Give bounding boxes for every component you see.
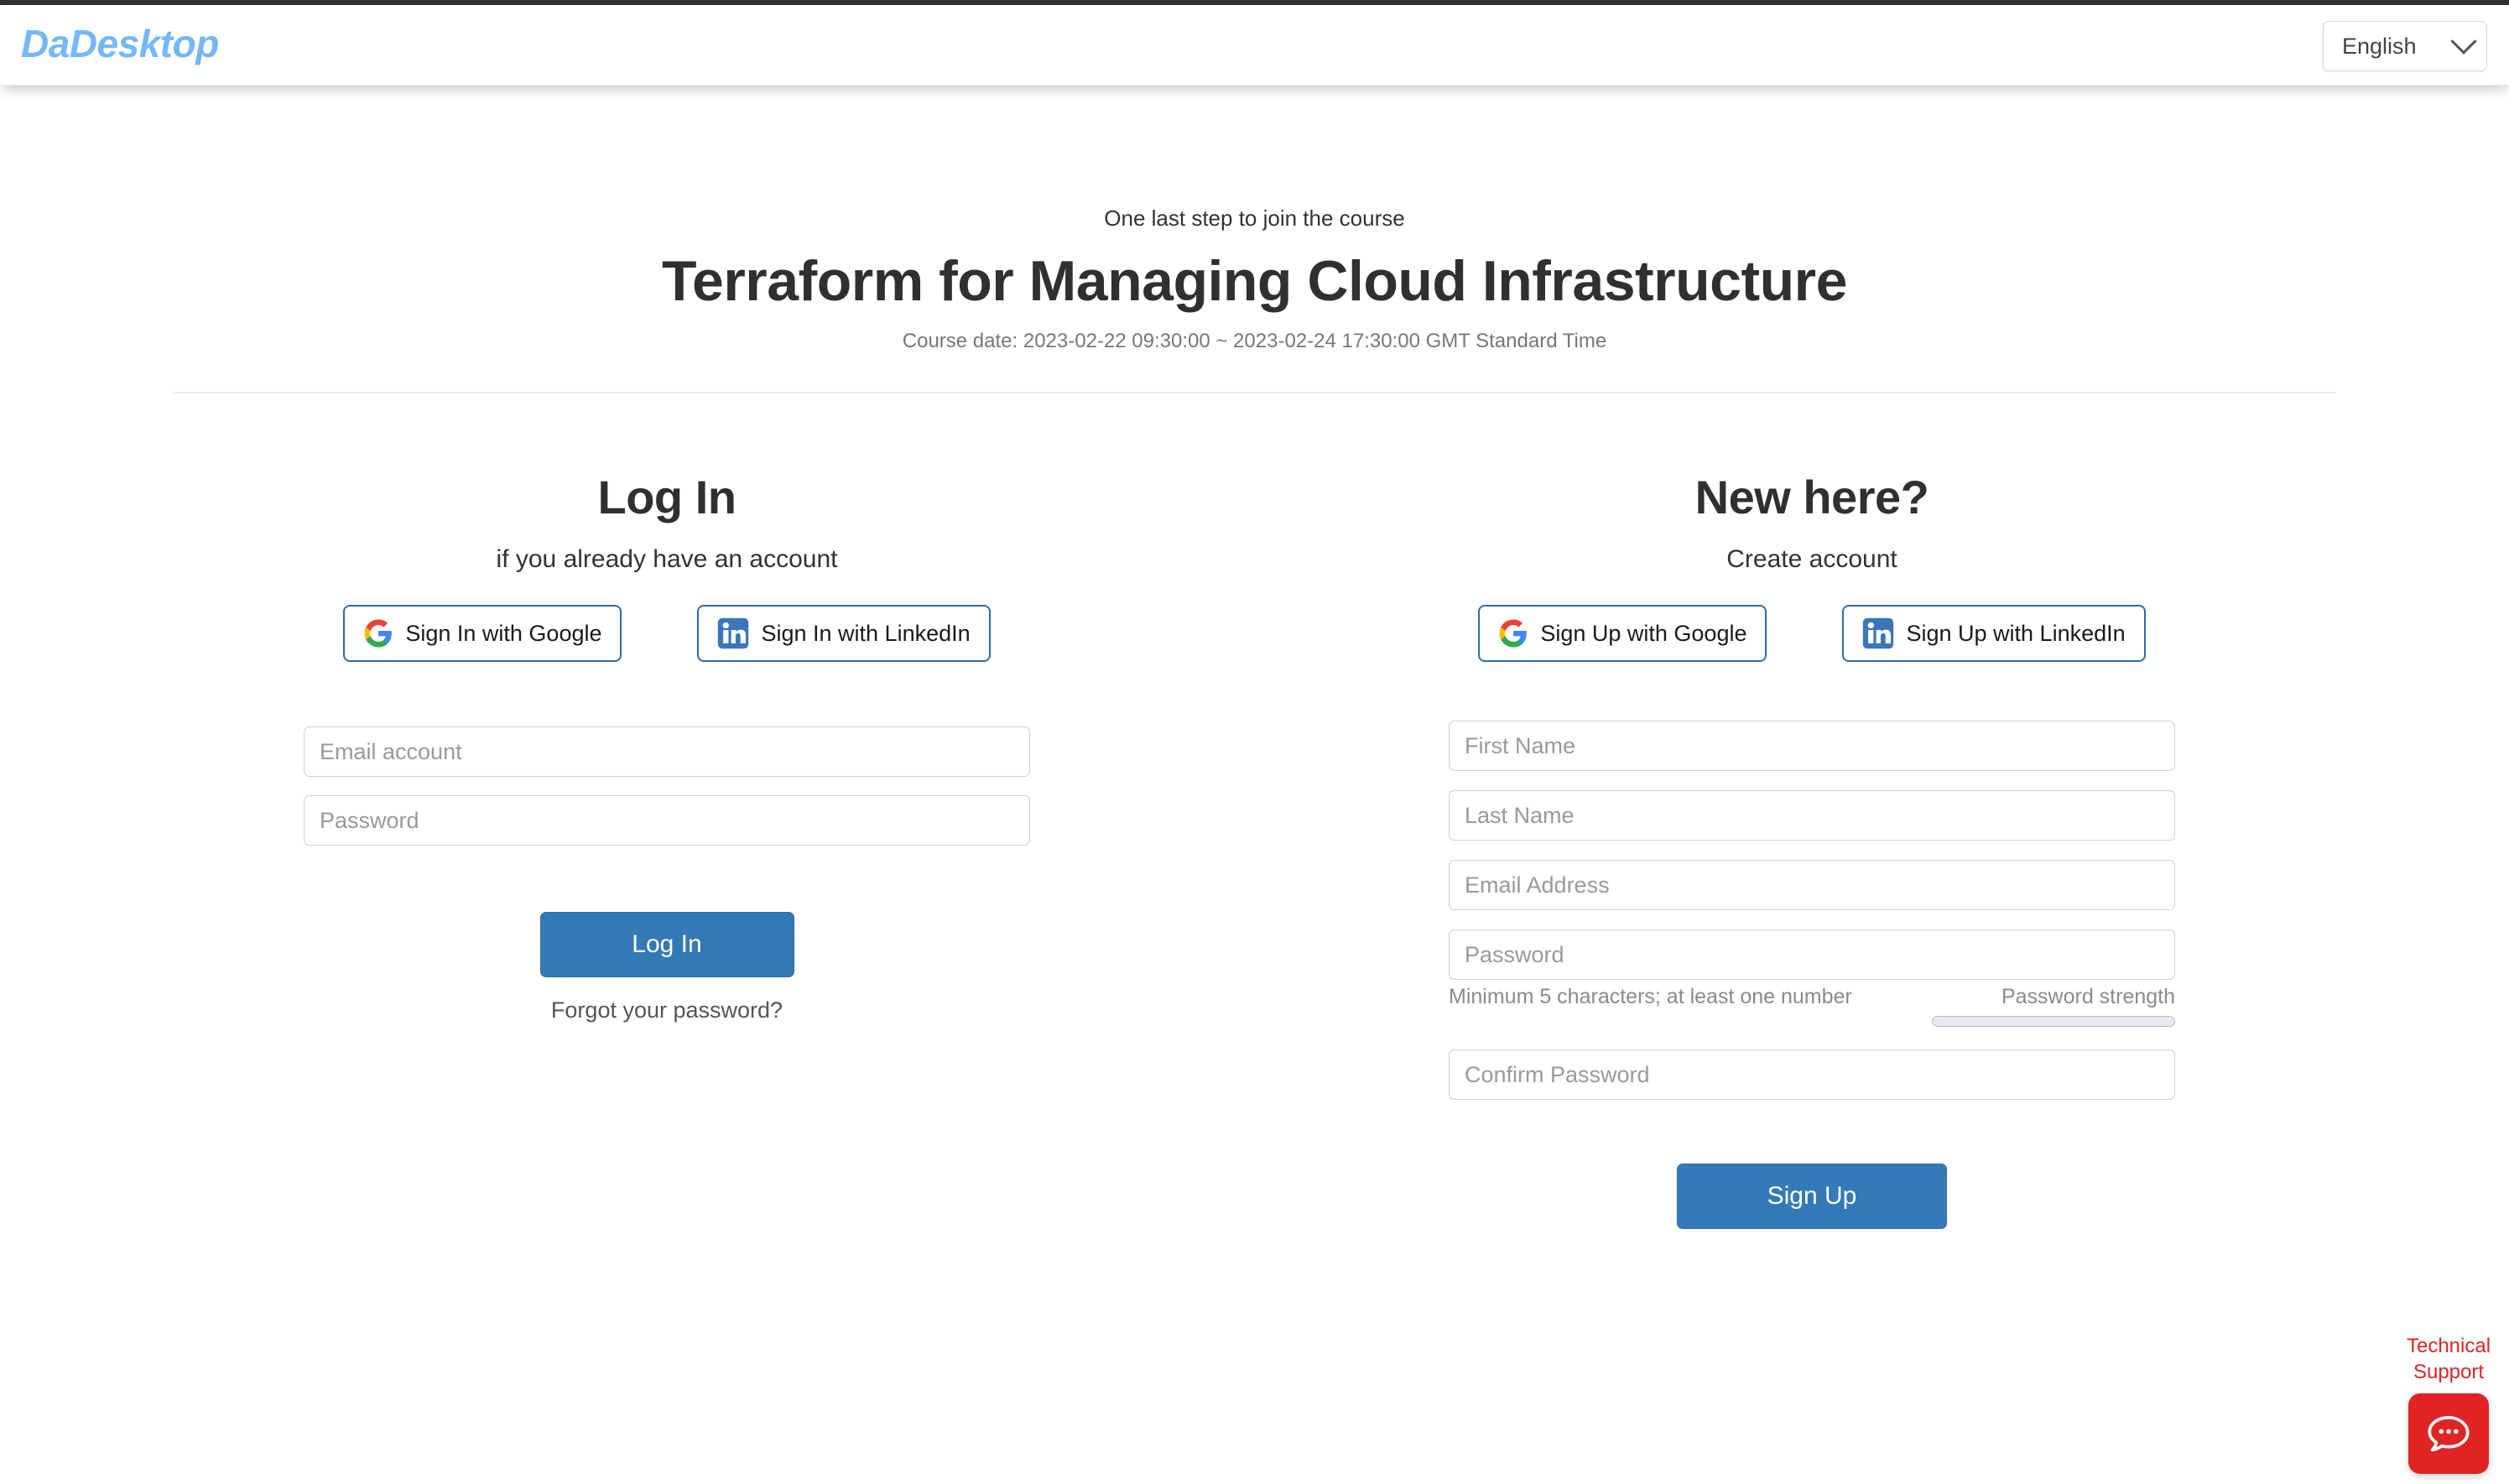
sign-in-with-linkedin-label: Sign In with LinkedIn (761, 621, 970, 646)
signup-title: New here? (1296, 470, 2328, 525)
login-social-row: Sign In with Google Sign In with LinkedI… (151, 605, 1183, 662)
field-gap (1449, 1027, 2175, 1049)
field-gap (1449, 841, 2175, 860)
signup-panel: New here? Create account Sign Up with Go… (1296, 470, 2328, 1229)
signup-social-row: Sign Up with Google Sign Up with LinkedI… (1296, 605, 2328, 662)
sign-in-with-linkedin-button[interactable]: Sign In with LinkedIn (697, 605, 990, 662)
linkedin-icon (1862, 617, 1894, 649)
login-email-input[interactable] (304, 726, 1030, 777)
sign-in-with-google-button[interactable]: Sign In with Google (343, 605, 622, 662)
technical-support-button[interactable] (2408, 1393, 2489, 1474)
login-panel: Log In if you already have an account Si… (151, 470, 1183, 1023)
brand-logo[interactable]: DaDesktop (21, 18, 219, 69)
linkedin-icon (717, 617, 749, 649)
chevron-down-icon (2450, 29, 2476, 55)
sign-up-with-google-button[interactable]: Sign Up with Google (1478, 605, 1767, 662)
header-divider (174, 392, 2336, 393)
password-strength-meter (1932, 1016, 2175, 1027)
login-form (304, 662, 1030, 846)
forgot-password-link[interactable]: Forgot your password? (151, 997, 1183, 1023)
login-submit-row: Log In (151, 912, 1183, 977)
sign-up-with-linkedin-button[interactable]: Sign Up with LinkedIn (1842, 605, 2145, 662)
password-requirements-text: Minimum 5 characters; at least one numbe… (1449, 984, 1852, 1009)
technical-support-widget: Technical Support (2402, 1333, 2495, 1474)
sign-up-with-linkedin-label: Sign Up with LinkedIn (1906, 621, 2125, 646)
google-icon (363, 618, 393, 648)
sign-up-with-google-label: Sign Up with Google (1540, 621, 1746, 646)
language-select[interactable]: English (2323, 21, 2487, 71)
login-subtitle: if you already have an account (151, 545, 1183, 574)
sign-in-with-google-label: Sign In with Google (405, 621, 601, 646)
top-navbar: DaDesktop English (0, 5, 2509, 86)
social-spacer (1767, 605, 1842, 662)
log-in-button[interactable]: Log In (540, 912, 794, 977)
field-gap (1449, 771, 2175, 790)
chat-bubble-icon (2425, 1410, 2472, 1457)
signup-password-input[interactable] (1449, 929, 2175, 980)
password-strength-meter-row (1449, 1016, 2175, 1027)
password-strength-label: Password strength (2001, 984, 2175, 1009)
course-kicker: One last step to join the course (0, 206, 2509, 231)
course-date: Course date: 2023-02-22 09:30:00 ~ 2023-… (0, 330, 2509, 353)
login-title: Log In (151, 470, 1183, 525)
sign-up-button[interactable]: Sign Up (1677, 1164, 1947, 1229)
social-spacer (622, 605, 697, 662)
field-gap (1449, 910, 2175, 929)
last-name-input[interactable] (1449, 790, 2175, 841)
first-name-input[interactable] (1449, 721, 2175, 771)
technical-support-label: Technical Support (2402, 1333, 2495, 1385)
password-hint-row: Minimum 5 characters; at least one numbe… (1449, 984, 2175, 1009)
confirm-password-input[interactable] (1449, 1049, 2175, 1100)
page-title: Terraform for Managing Cloud Infrastruct… (0, 249, 2509, 313)
login-password-input[interactable] (304, 795, 1030, 846)
google-icon (1498, 618, 1528, 648)
signup-form: Minimum 5 characters; at least one numbe… (1449, 662, 2175, 1100)
signup-subtitle: Create account (1296, 545, 2328, 574)
signup-submit-row: Sign Up (1296, 1164, 2328, 1229)
signup-email-input[interactable] (1449, 860, 2175, 910)
language-select-value: English (2342, 34, 2454, 59)
course-header: One last step to join the course Terrafo… (0, 86, 2509, 353)
